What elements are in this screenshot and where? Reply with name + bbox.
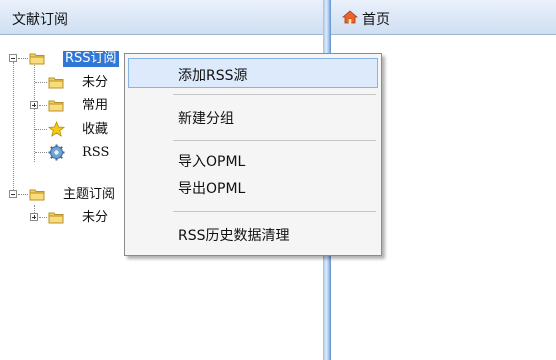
left-panel-title: 文献订阅 [12,12,68,28]
menu-item-new-group[interactable]: 新建分组 [128,101,378,131]
menu-item-label: RSS历史数据清理 [178,228,290,244]
tree-item-label: 未分 [82,210,109,225]
tree-item-rss-settings[interactable]: RSS [0,143,130,163]
tree-item-label: RSS [82,145,110,160]
tree-connector [39,217,47,219]
tree-item-label: 常用 [82,98,109,113]
menu-separator [173,211,376,212]
home-icon [342,10,358,24]
tree-item-rss-root[interactable]: RSS订阅 [0,49,130,69]
tree-connector [35,152,47,154]
folder-open-icon [29,53,45,65]
menu-item-export-opml[interactable]: 导出OPML [128,171,378,201]
context-menu: 添加RSS源 新建分组 导入OPML 导出OPML RSS历史数据清理 [124,53,382,256]
tree-item-common[interactable]: 常用 [0,96,130,116]
expand-toggle-icon[interactable] [30,213,38,221]
tree-item-label: 主题订阅 [63,187,116,202]
home-tab[interactable]: 首页 [331,0,556,35]
tree-connector [18,194,28,196]
collapse-toggle-icon[interactable] [9,190,17,198]
tree-item-uncategorized[interactable]: 未分 [0,73,130,93]
tree-item-label: 收藏 [82,122,109,137]
menu-item-label: 新建分组 [178,111,234,127]
menu-item-label: 添加RSS源 [178,68,248,84]
tree-connector [35,129,47,131]
tree-connector [35,82,47,84]
menu-item-clear-rss-history[interactable]: RSS历史数据清理 [128,218,378,248]
folder-open-icon [29,189,45,201]
folder-icon [48,212,64,224]
folder-icon [48,100,64,112]
tree-item-topic-uncategorized[interactable]: 未分 [0,205,130,228]
menu-item-import-opml[interactable]: 导入OPML [128,144,378,174]
menu-item-add-rss-source[interactable]: 添加RSS源 [128,58,378,88]
tree-item-label: 未分 [82,75,109,90]
tree-connector [39,105,47,107]
star-icon [48,121,65,137]
tree-item-label: RSS订阅 [63,51,119,67]
menu-separator [173,94,376,95]
home-tab-title: 首页 [362,12,390,28]
menu-item-label: 导入OPML [178,154,246,170]
menu-separator [173,140,376,141]
gear-icon [48,144,65,161]
menu-item-label: 导出OPML [178,181,246,197]
expand-toggle-icon[interactable] [30,101,38,109]
tree-item-topic-root[interactable]: 主题订阅 [0,185,130,205]
folder-icon [48,77,64,89]
tree-item-favorites[interactable]: 收藏 [0,120,130,140]
collapse-toggle-icon[interactable] [9,54,17,62]
tree-connector [18,58,28,60]
left-panel-header: 文献订阅 [0,0,323,35]
